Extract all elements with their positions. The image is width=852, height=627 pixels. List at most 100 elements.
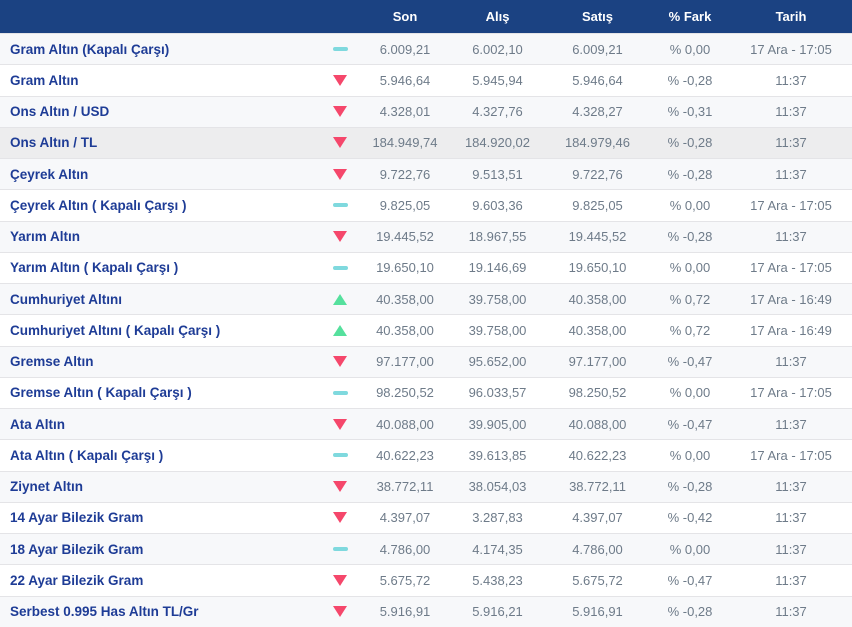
trend-flat-icon bbox=[320, 453, 360, 458]
fark-value: % 0,00 bbox=[669, 447, 711, 463]
satis-value: 4.397,07 bbox=[572, 510, 623, 526]
alis-value: 18.967,55 bbox=[468, 229, 527, 245]
table-row[interactable]: Serbest 0.995 Has Altın TL/Gr 5.916,91 5.9… bbox=[0, 595, 852, 627]
fark-value: % -0,31 bbox=[667, 104, 713, 120]
table-row[interactable]: Gram Altın (Kapalı Çarşı) 6.009,21 6.002,1… bbox=[0, 33, 852, 65]
table-body: Gram Altın (Kapalı Çarşı) 6.009,21 6.002,1… bbox=[0, 33, 852, 627]
fark-value: % 0,00 bbox=[669, 260, 711, 276]
table-header: Son Alış Satış % Fark Tarih bbox=[0, 0, 852, 33]
satis-value: 19.445,52 bbox=[568, 229, 627, 245]
alis-value: 96.033,57 bbox=[468, 385, 527, 401]
satis-value: 4.786,00 bbox=[572, 541, 623, 557]
alis-value: 4.327,76 bbox=[472, 104, 523, 120]
instrument-name: Cumhuriyet Altını ( Kapalı Çarşı ) bbox=[10, 322, 221, 338]
table-row[interactable]: Cumhuriyet Altını ( Kapalı Çarşı ) 40.358… bbox=[0, 314, 852, 346]
instrument-name: Gram Altın (Kapalı Çarşı) bbox=[10, 41, 170, 57]
fark-value: % 0,00 bbox=[669, 385, 711, 401]
table-row[interactable]: Yarım Altın 19.445,52 18.967,55 19.445,52 % … bbox=[0, 220, 852, 252]
fark-value: % 0,72 bbox=[669, 322, 711, 338]
header-fark: % Fark bbox=[668, 9, 712, 24]
arrow-down-icon bbox=[333, 574, 347, 586]
son-value: 5.675,72 bbox=[379, 572, 431, 588]
fark-value: % -0,28 bbox=[667, 166, 713, 182]
tarih-value: 17 Ara - 17:05 bbox=[750, 260, 832, 276]
tarih-value: 11:37 bbox=[775, 72, 807, 88]
trend-flat-icon bbox=[320, 47, 360, 52]
table-row[interactable]: Gremse Altın 97.177,00 95.652,00 97.177,00%… bbox=[0, 345, 852, 377]
trend-flat-icon bbox=[320, 390, 360, 395]
instrument-name: Çeyrek Altın bbox=[10, 166, 89, 182]
alis-value: 5.945,94 bbox=[472, 72, 523, 88]
tarih-value: 11:37 bbox=[775, 229, 807, 245]
trend-down-icon bbox=[320, 106, 360, 118]
trend-down-icon bbox=[320, 606, 360, 618]
fark-value: % -0,47 bbox=[667, 354, 713, 370]
instrument-name: Serbest 0.995 Has Altın TL/Gr bbox=[10, 604, 199, 620]
son-value: 184.949,74 bbox=[372, 135, 438, 151]
trend-down-icon bbox=[320, 231, 360, 243]
satis-value: 4.328,27 bbox=[572, 104, 623, 120]
arrow-down-icon bbox=[333, 106, 347, 118]
fark-value: % 0,00 bbox=[669, 541, 711, 557]
satis-value: 40.358,00 bbox=[568, 322, 627, 338]
header-satis: Satış bbox=[581, 9, 614, 24]
son-value: 5.916,91 bbox=[379, 604, 431, 620]
satis-value: 40.358,00 bbox=[568, 291, 627, 307]
table-row[interactable]: Çeyrek Altın ( Kapalı Çarşı ) 9.825,05 9.6… bbox=[0, 189, 852, 221]
fark-value: % 0,00 bbox=[669, 41, 711, 57]
header-tarih: Tarih bbox=[775, 9, 807, 24]
table-row[interactable]: Çeyrek Altın 9.722,76 9.513,51 9.722,76 % -0… bbox=[0, 158, 852, 190]
table-row[interactable]: Ziynet Altın 38.772,11 38.054,03 38.772,11%… bbox=[0, 470, 852, 502]
fark-value: % -0,28 bbox=[667, 479, 713, 495]
alis-value: 184.920,02 bbox=[464, 135, 531, 151]
trend-down-icon bbox=[320, 512, 360, 524]
trend-flat-icon bbox=[320, 547, 360, 552]
son-value: 5.946,64 bbox=[379, 72, 431, 88]
alis-value: 39.758,00 bbox=[468, 322, 527, 338]
tarih-value: 11:37 bbox=[775, 572, 807, 588]
tarih-value: 11:37 bbox=[775, 604, 807, 620]
alis-value: 39.758,00 bbox=[468, 291, 527, 307]
alis-value: 6.002,10 bbox=[472, 41, 523, 57]
dash-icon bbox=[332, 390, 348, 395]
trend-down-icon bbox=[320, 137, 360, 149]
table-row[interactable]: Gremse Altın ( Kapalı Çarşı ) 98.250,52 96… bbox=[0, 376, 852, 408]
table-row[interactable]: Ons Altın / TL 184.949,74 184.920,02 184.97… bbox=[0, 126, 852, 158]
table-row[interactable]: Gram Altın 5.946,64 5.945,94 5.946,64 % -0,2… bbox=[0, 64, 852, 96]
son-value: 19.445,52 bbox=[376, 229, 434, 245]
trend-up-icon bbox=[320, 324, 360, 336]
tarih-value: 17 Ara - 17:05 bbox=[750, 385, 832, 401]
son-value: 40.358,00 bbox=[376, 291, 434, 307]
fark-value: % -0,28 bbox=[667, 72, 713, 88]
table-row[interactable]: Ata Altın 40.088,00 39.905,00 40.088,00 % -0… bbox=[0, 408, 852, 440]
alis-value: 39.905,00 bbox=[468, 416, 527, 432]
arrow-down-icon bbox=[333, 606, 347, 618]
instrument-name: Ons Altın / TL bbox=[10, 135, 98, 151]
satis-value: 5.946,64 bbox=[572, 72, 623, 88]
table-row[interactable]: Cumhuriyet Altını 40.358,00 39.758,00 40.35… bbox=[0, 283, 852, 315]
arrow-down-icon bbox=[333, 137, 347, 149]
tarih-value: 11:37 bbox=[775, 416, 807, 432]
alis-value: 19.146,69 bbox=[468, 260, 527, 276]
fark-value: % -0,42 bbox=[667, 510, 713, 526]
header-son: Son bbox=[392, 9, 418, 24]
son-value: 9.825,05 bbox=[379, 197, 431, 213]
tarih-value: 11:37 bbox=[775, 354, 807, 370]
satis-value: 9.825,05 bbox=[572, 197, 623, 213]
arrow-down-icon bbox=[333, 168, 347, 180]
table-row[interactable]: Ata Altın ( Kapalı Çarşı ) 40.622,23 39.61… bbox=[0, 439, 852, 471]
arrow-down-icon bbox=[333, 356, 347, 368]
alis-value: 39.613,85 bbox=[468, 447, 527, 463]
satis-value: 5.675,72 bbox=[572, 572, 623, 588]
tarih-value: 17 Ara - 17:05 bbox=[750, 197, 832, 213]
table-row[interactable]: 18 Ayar Bilezik Gram 4.786,00 4.174,35 4.78… bbox=[0, 533, 852, 565]
table-row[interactable]: Ons Altın / USD 4.328,01 4.327,76 4.328,27%… bbox=[0, 95, 852, 127]
satis-value: 40.622,23 bbox=[568, 447, 627, 463]
trend-flat-icon bbox=[320, 203, 360, 208]
table-row[interactable]: Yarım Altın ( Kapalı Çarşı ) 19.650,10 19.… bbox=[0, 251, 852, 283]
tarih-value: 11:37 bbox=[775, 541, 807, 557]
instrument-name: Ata Altın ( Kapalı Çarşı ) bbox=[10, 447, 164, 463]
table-row[interactable]: 14 Ayar Bilezik Gram 4.397,07 3.287,83 4.39… bbox=[0, 501, 852, 533]
alis-value: 9.603,36 bbox=[472, 197, 523, 213]
table-row[interactable]: 22 Ayar Bilezik Gram 5.675,72 5.438,23 5.67… bbox=[0, 564, 852, 596]
